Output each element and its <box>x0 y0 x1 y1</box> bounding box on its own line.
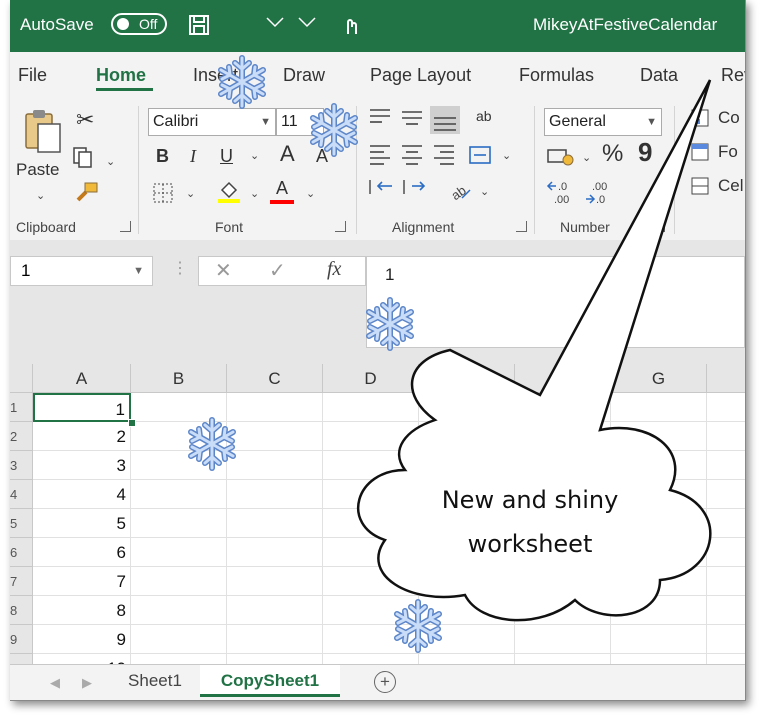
excel-window: AutoSave Off MikeyAtFestiveCalendar File… <box>10 0 746 701</box>
speech-bubble-callout <box>357 79 712 622</box>
callout-line-1: New and shiny <box>441 486 619 514</box>
callout-text: New and shiny worksheet <box>410 478 650 566</box>
callout-line-2: worksheet <box>467 530 593 558</box>
